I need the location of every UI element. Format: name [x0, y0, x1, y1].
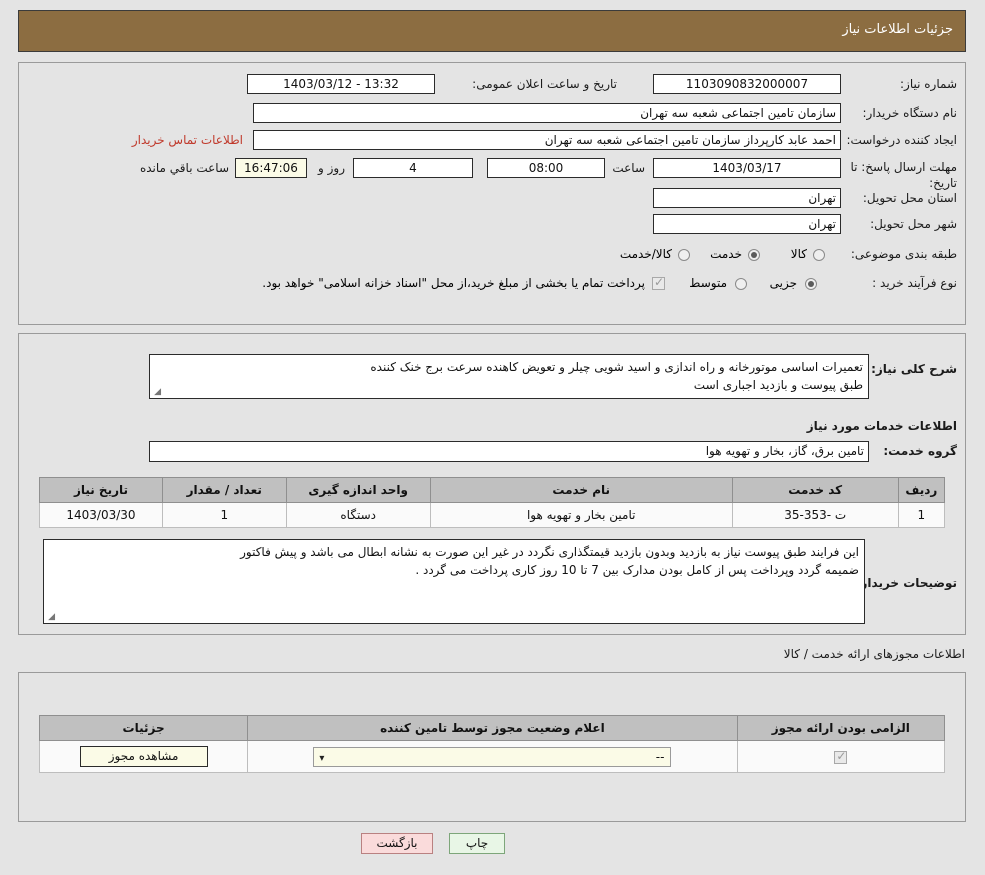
col-need-date: تاریخ نیاز [40, 478, 163, 503]
col-unit: واحد اندازه گیری [286, 478, 430, 503]
request-creator-label: ایجاد کننده درخواست: [832, 133, 957, 147]
need-info-panel: شماره نیاز: 1103090832000007 تاریخ و ساع… [18, 62, 966, 325]
deadline-date-value: 1403/03/17 [653, 158, 841, 178]
radio-process-motevaset-label: متوسط [689, 276, 727, 290]
radio-category-kala-khedmat-label: کالا/خدمت [620, 247, 672, 261]
remaining-days-value: 4 [353, 158, 473, 178]
purchase-process-label: نوع فرآیند خرید : [837, 276, 957, 290]
remaining-suffix-label: ساعت باقي مانده [119, 161, 229, 175]
need-number-value: 1103090832000007 [653, 74, 841, 94]
cell-service-code: ت -353-35 [732, 503, 898, 528]
resize-grip-icon[interactable]: ◢ [152, 388, 161, 397]
page-root: AriaTender.net جزئیات اطلاعات نیاز شماره… [0, 0, 985, 875]
radio-category-kala[interactable] [813, 249, 825, 261]
services-table: ردیف کد خدمت نام خدمت واحد اندازه گیری ت… [39, 477, 945, 528]
chevron-down-icon: ▾ [319, 750, 324, 767]
services-table-header-row: ردیف کد خدمت نام خدمت واحد اندازه گیری ت… [40, 478, 945, 503]
radio-category-khedmat-label: خدمت [710, 247, 742, 261]
permits-panel: الزامی بودن ارائه مجوز اعلام وضعیت مجوز … [18, 672, 966, 822]
radio-process-jozei-label: جزیی [770, 276, 797, 290]
delivery-province-value: تهران [653, 188, 841, 208]
view-permit-button[interactable]: مشاهده مجوز [80, 746, 208, 767]
radio-process-motevaset[interactable] [735, 278, 747, 290]
cell-permit-details: مشاهده مجوز [40, 741, 248, 773]
permits-table: الزامی بودن ارائه مجوز اعلام وضعیت مجوز … [39, 715, 945, 773]
page-header: جزئیات اطلاعات نیاز [18, 10, 966, 52]
col-permit-details: جزئیات [40, 716, 248, 741]
delivery-city-label: شهر محل تحویل: [842, 217, 957, 231]
service-group-value: تامین برق، گاز، بخار و تهویه هوا [149, 441, 869, 462]
need-number-label: شماره نیاز: [847, 77, 957, 91]
page-title: جزئیات اطلاعات نیاز [842, 22, 953, 37]
col-quantity: تعداد / مقدار [162, 478, 286, 503]
cell-row: 1 [898, 503, 944, 528]
buyer-notes-textarea[interactable]: این فرایند طبق پیوست نیاز به بازدید وبدو… [43, 539, 865, 624]
announce-datetime-value: 13:32 - 1403/03/12 [247, 74, 435, 94]
col-service-code: کد خدمت [732, 478, 898, 503]
table-row: ▾ -- مشاهده مجوز [40, 741, 945, 773]
buyer-org-label: نام دستگاه خریدار: [837, 106, 957, 120]
cell-permit-status: ▾ -- [248, 741, 737, 773]
deadline-time-value: 08:00 [487, 158, 605, 178]
days-and-label: روز و [309, 161, 345, 175]
col-permit-status: اعلام وضعیت مجوز توسط تامین کننده [248, 716, 737, 741]
col-row: ردیف [898, 478, 944, 503]
permit-required-checkbox [834, 751, 847, 764]
col-service-name: نام خدمت [430, 478, 732, 503]
table-row: 1 ت -353-35 تامین بخار و تهویه هوا دستگا… [40, 503, 945, 528]
remaining-time-value: 16:47:06 [235, 158, 307, 178]
radio-category-kala-label: کالا [791, 247, 807, 261]
permit-status-selected-value: -- [656, 750, 665, 764]
cell-unit: دستگاه [286, 503, 430, 528]
response-deadline-label: مهلت ارسال پاسخ: تا تاریخ: [847, 159, 957, 191]
buyer-contact-link[interactable]: اطلاعات تماس خریدار [132, 133, 243, 147]
resize-grip-icon[interactable]: ◢ [46, 613, 55, 622]
cell-permit-required [737, 741, 944, 773]
hour-label: ساعت [611, 161, 645, 175]
print-button[interactable]: چاپ [449, 833, 505, 854]
need-description-label: شرح کلی نیاز: [875, 362, 957, 376]
buyer-notes-line-1: این فرایند طبق پیوست نیاز به بازدید وبدو… [49, 543, 859, 561]
radio-category-khedmat[interactable] [748, 249, 760, 261]
service-group-label: گروه خدمت: [875, 444, 957, 458]
radio-category-kala-khedmat[interactable] [678, 249, 690, 261]
need-description-line-2: طبق پیوست و بازدید اجباری است [155, 376, 863, 394]
col-permit-required: الزامی بودن ارائه مجوز [737, 716, 944, 741]
radio-process-jozei[interactable] [805, 278, 817, 290]
buyer-org-value: سازمان تامین اجتماعی شعبه سه تهران [253, 103, 841, 123]
delivery-city-value: تهران [653, 214, 841, 234]
category-label: طبقه بندی موضوعی: [837, 247, 957, 261]
announce-datetime-label: تاریخ و ساعت اعلان عمومی: [439, 77, 617, 91]
cell-quantity: 1 [162, 503, 286, 528]
need-description-line-1: تعمیرات اساسی موتورخانه و راه اندازی و ا… [155, 358, 863, 376]
cell-service-name: تامین بخار و تهویه هوا [430, 503, 732, 528]
services-section-title: اطلاعات خدمات مورد نیاز [807, 419, 957, 433]
need-description-textarea[interactable]: تعمیرات اساسی موتورخانه و راه اندازی و ا… [149, 354, 869, 399]
treasury-note-label: پرداخت تمام یا بخشی از مبلغ خرید،از محل … [262, 276, 645, 290]
buyer-notes-line-2: ضمیمه گردد وپرداخت پس از کامل بودن مدارک… [49, 561, 859, 579]
permit-status-select[interactable]: ▾ -- [313, 747, 671, 767]
treasury-checkbox[interactable] [652, 277, 665, 290]
buyer-notes-label: توضیحات خریدار: [867, 576, 957, 590]
permits-table-header-row: الزامی بودن ارائه مجوز اعلام وضعیت مجوز … [40, 716, 945, 741]
cell-need-date: 1403/03/30 [40, 503, 163, 528]
service-details-panel: شرح کلی نیاز: تعمیرات اساسی موتورخانه و … [18, 333, 966, 635]
back-button[interactable]: بازگشت [361, 833, 433, 854]
permits-section-title: اطلاعات مجوزهای ارائه خدمت / کالا [784, 647, 965, 661]
delivery-province-label: استان محل تحویل: [842, 191, 957, 205]
request-creator-value: احمد عابد کارپرداز سازمان تامین اجتماعی … [253, 130, 841, 150]
